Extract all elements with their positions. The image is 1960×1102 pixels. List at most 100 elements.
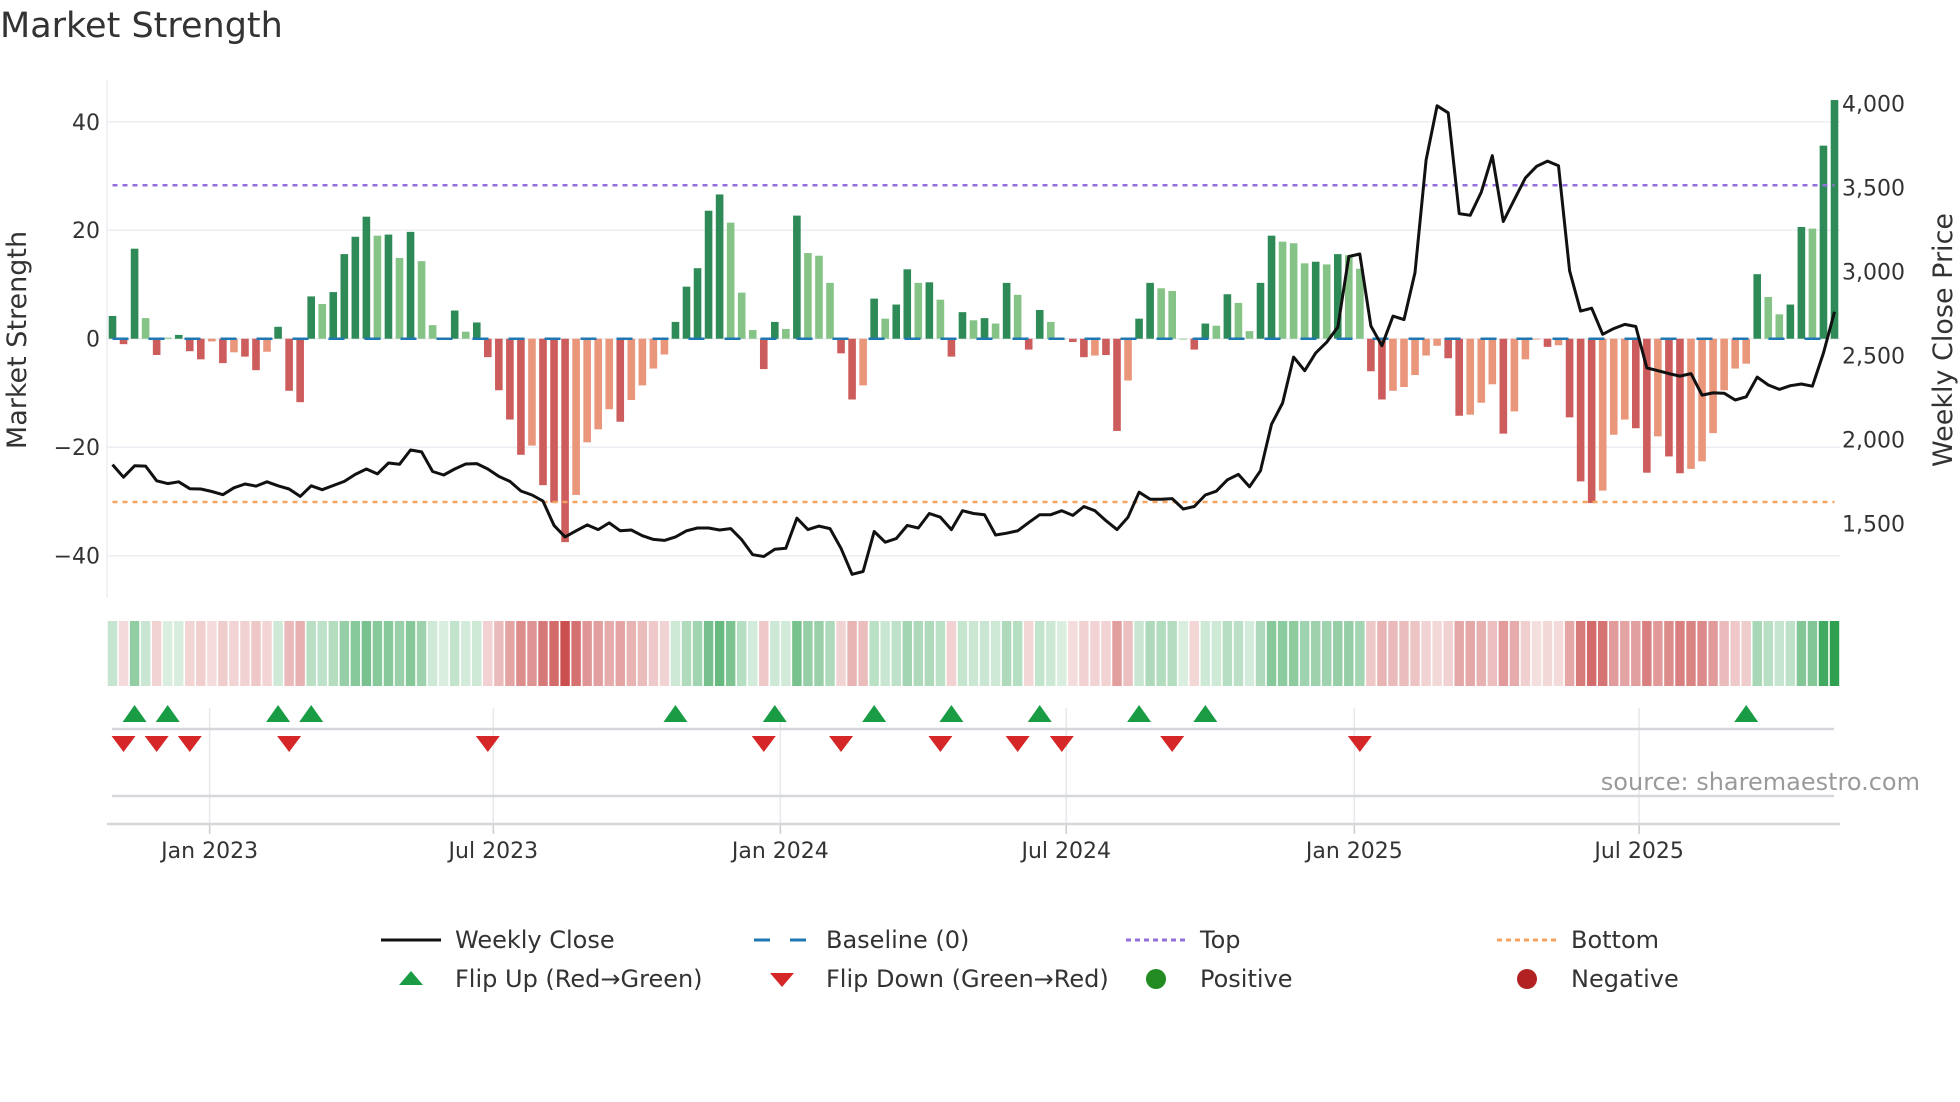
strength-bar [1632, 338, 1640, 429]
right-tick-label: 1,500 [1842, 513, 1905, 538]
strength-bar [914, 282, 923, 339]
heat-strip-cell [935, 621, 946, 686]
heat-strip-cell [1156, 621, 1166, 686]
legend-positive[interactable]: Positive [1126, 964, 1293, 994]
strength-bar [1234, 302, 1243, 339]
heat-strip-cell [648, 621, 659, 686]
left-tick-label: 40 [72, 111, 100, 136]
legend-baseline[interactable]: Baseline (0) [752, 925, 969, 955]
heat-strip-cell [1785, 621, 1796, 686]
heat-strip-cell [361, 621, 372, 686]
heat-strip-cell [140, 621, 151, 686]
strength-bar [163, 337, 172, 339]
flip-down-marker [1160, 736, 1185, 752]
heat-strip-cell [185, 621, 195, 686]
strength-bar [848, 338, 856, 400]
strength-bar [340, 254, 349, 339]
heat-strip-cell [1763, 621, 1773, 686]
strength-bar [1146, 282, 1154, 339]
strength-bar [1080, 338, 1088, 358]
strength-bar [1411, 338, 1419, 376]
strength-bar [1322, 264, 1331, 339]
heat-strip-cell [1068, 621, 1078, 686]
strength-bar [627, 338, 636, 401]
heat-strip-cell [1421, 621, 1431, 686]
strength-bar [704, 210, 713, 339]
strength-bar [539, 338, 547, 486]
strength-bar [1742, 338, 1750, 364]
strength-bar [241, 338, 249, 357]
legend-weekly-close[interactable]: Weekly Close [381, 925, 615, 955]
heat-strip-cell [1123, 621, 1133, 686]
strength-bar [925, 282, 934, 339]
strength-bar [1013, 294, 1022, 339]
heat-strip-cell [427, 621, 438, 686]
triangle-down-icon [770, 973, 794, 987]
flip-down-marker [829, 736, 854, 752]
heat-strip-cell [946, 621, 957, 686]
legend-negative[interactable]: Negative [1497, 964, 1679, 994]
strength-bar [572, 338, 580, 495]
strength-bar [936, 299, 945, 339]
right-tick-label: 3,500 [1842, 177, 1905, 202]
heat-strip-cell [1322, 621, 1332, 686]
legend-flip-up[interactable]: Flip Up (Red→Green) [381, 964, 703, 994]
strength-bar [726, 222, 735, 339]
heat-strip-cell [218, 621, 228, 686]
strength-bar [1543, 338, 1552, 347]
heat-strip-cell [1432, 621, 1442, 686]
heat-strip-cell [913, 621, 924, 686]
strength-bar [991, 323, 1000, 339]
right-tick-label: 3,000 [1842, 261, 1905, 286]
strength-bar [1168, 290, 1176, 339]
strength-bar [1720, 338, 1728, 391]
strength-bar [693, 268, 702, 339]
strength-bar [1620, 338, 1629, 420]
strength-bar [1311, 261, 1320, 339]
heat-strip-cell [1057, 621, 1067, 686]
strength-bar [406, 231, 415, 339]
strength-bar [859, 338, 867, 386]
strength-bar [450, 310, 459, 339]
strength-bar [1223, 294, 1232, 339]
heat-strip-cell [1465, 621, 1475, 686]
heat-strip-cell [129, 621, 140, 686]
x-tick-label: Jul 2023 [447, 839, 539, 864]
heat-strip-cell [1399, 621, 1409, 686]
legend-label: Weekly Close [455, 926, 615, 954]
heat-strip-cell [483, 621, 493, 686]
flip-down-marker [1347, 736, 1372, 752]
flip-down-marker [928, 736, 953, 752]
heat-strip-cell [1410, 621, 1420, 686]
heat-strip-cell [1664, 621, 1674, 686]
heat-strip-cell [990, 621, 1001, 686]
heat-strip-cell [770, 621, 780, 686]
heat-strip-cell [714, 621, 725, 686]
heat-strip-cell [670, 621, 681, 686]
heat-strip-cell [1564, 621, 1575, 686]
left-tick-label: 20 [72, 219, 100, 244]
flip-up-marker [1027, 705, 1052, 722]
legend-bottom[interactable]: Bottom [1497, 925, 1659, 955]
heat-strip-cell [118, 621, 129, 686]
strength-bar [748, 330, 757, 339]
market-strength-chart: 40 20 0 −20 −40 4,000 3,500 3,000 2,500 2,000 1,50… [2, 80, 1959, 864]
strength-bar [495, 338, 503, 391]
strength-bar [980, 318, 989, 339]
heat-strip-cell [1255, 621, 1266, 686]
heat-strip-cell [781, 621, 791, 686]
heat-strip-cell [196, 621, 206, 686]
strength-bar [1764, 296, 1773, 339]
heat-strip-cell [1818, 621, 1829, 686]
strength-bar [1124, 338, 1132, 381]
heat-strip-cell [1796, 621, 1807, 686]
strength-bar [461, 331, 470, 339]
heat-strip-cell [1542, 621, 1553, 686]
strength-bar [506, 338, 514, 420]
legend-flip-down[interactable]: Flip Down (Green→Red) [752, 964, 1109, 994]
strength-bar [649, 338, 658, 369]
flip-up-marker [1127, 705, 1152, 722]
legend-top[interactable]: Top [1126, 925, 1241, 955]
strength-bar [715, 194, 724, 339]
strength-bar [395, 257, 404, 339]
